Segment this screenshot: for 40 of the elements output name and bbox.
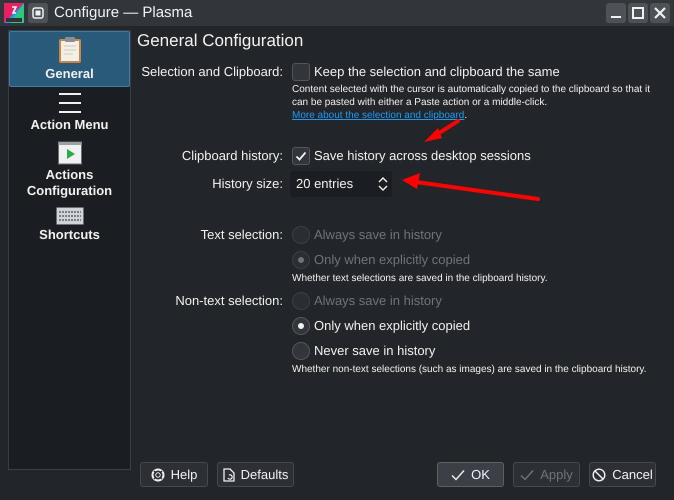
dialog-button[interactable]: OK [437,462,504,487]
checkbox[interactable]: Keep the selection and clipboard the same [292,62,560,82]
spin-box[interactable]: 20 entries [290,171,392,197]
dialog-button[interactable]: Defaults [217,462,294,487]
check-icon [451,468,466,480]
sidebar-item[interactable]: General [9,31,130,87]
dialog-button[interactable]: Cancel [589,462,656,487]
window-title: Configure — Plasma [54,2,192,23]
help-link[interactable]: More about the selection and clipboard [292,110,464,121]
minimize-icon[interactable] [606,3,626,23]
field-label: Text selection: [200,226,284,244]
window-play-icon [58,141,82,165]
sidebar-item[interactable]: Actions Configuration [9,137,130,203]
page-title: General Configuration [137,30,304,52]
field-label: Selection and Clipboard: [140,63,284,82]
field-label: Non-text selection: [174,292,284,310]
maximize-icon[interactable] [628,3,648,23]
up-down-arrows-icon[interactable] [378,176,388,192]
radio-button[interactable]: Only when explicitly copied [292,316,470,336]
help-text: Whether non-text selections (such as images) are saved in the clipboard history. [292,363,648,376]
app-icon [4,3,24,23]
cancel-icon [592,468,606,482]
dialog-button[interactable]: Help [140,462,208,487]
close-icon[interactable] [650,3,670,23]
check-icon [295,150,307,162]
radio-button[interactable]: Never save in history [292,340,436,360]
window-menu-icon[interactable] [28,3,48,23]
sidebar-item[interactable]: Shortcuts [9,203,130,247]
sidebar-item[interactable]: Action Menu [9,87,130,137]
checkbox[interactable]: Save history across desktop sessions [292,146,531,166]
field-label: History size: [211,175,284,194]
help-text: Whether text selections are saved in the clipboard history. [292,272,548,285]
document-icon [222,468,235,482]
help-text: Content selected with the cursor is automatically copied to the clipboard so that it can be pasted with either a Paste action or a middle-click. More about the selection and clipboard. [292,83,651,122]
clipboard-icon [58,36,82,64]
menu-icon [58,91,82,115]
help-icon [150,468,165,482]
keyboard-icon [56,207,84,225]
check-icon [520,468,534,480]
field-label: Clipboard history: [180,147,284,166]
